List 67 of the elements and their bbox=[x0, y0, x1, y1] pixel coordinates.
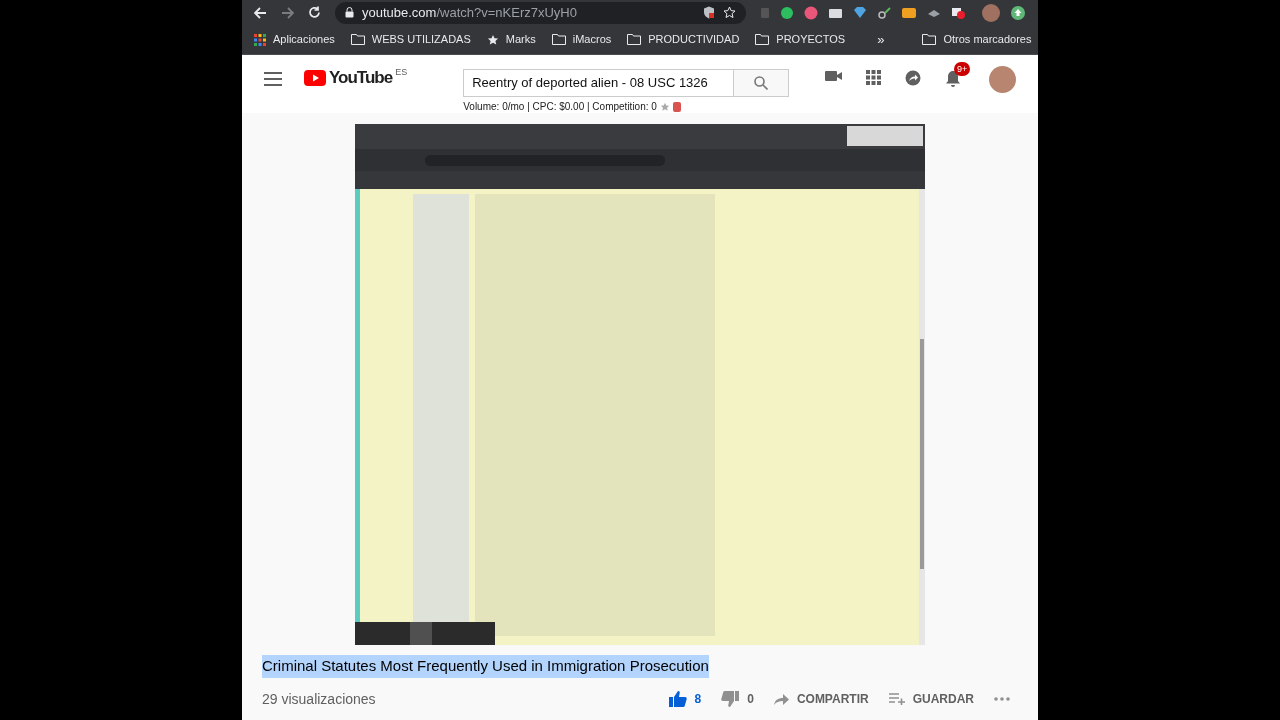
folder-icon bbox=[627, 34, 642, 45]
keyword-stats: Volume: 0/mo | CPC: $0.00 | Competition: 0 bbox=[463, 100, 657, 114]
extension-icon[interactable] bbox=[828, 6, 843, 19]
shield-icon[interactable] bbox=[703, 6, 715, 19]
forward-icon[interactable] bbox=[281, 6, 294, 19]
share-arrow-icon bbox=[773, 693, 789, 705]
star-icon bbox=[486, 33, 499, 46]
extension-icon[interactable] bbox=[951, 5, 966, 20]
add-to-playlist-icon bbox=[888, 693, 905, 705]
view-count: 29 visualizaciones bbox=[262, 689, 376, 709]
bookmark-label: Aplicaciones bbox=[273, 32, 335, 48]
address-bar[interactable]: youtube.com/watch?v=nKErz7xUyH0 bbox=[335, 1, 746, 24]
extension-icon[interactable] bbox=[901, 6, 917, 19]
region-label: ES bbox=[395, 66, 408, 79]
reload-icon[interactable] bbox=[308, 6, 321, 19]
logo-text[interactable]: YouTube bbox=[329, 70, 393, 86]
folder-icon bbox=[350, 34, 365, 45]
bookmark-label: PROYECTOS bbox=[776, 32, 846, 48]
folder-icon bbox=[922, 34, 937, 45]
more-options-button[interactable] bbox=[994, 697, 1010, 701]
menu-icon[interactable] bbox=[264, 72, 282, 86]
database-icon[interactable] bbox=[672, 101, 681, 112]
thumbs-up-icon bbox=[668, 691, 687, 707]
back-icon[interactable] bbox=[254, 6, 267, 19]
star-icon[interactable] bbox=[723, 6, 736, 19]
folder-icon bbox=[551, 34, 566, 45]
folder-icon bbox=[755, 34, 770, 45]
more-bookmarks-button[interactable]: » bbox=[877, 29, 885, 50]
notification-badge: 9+ bbox=[954, 62, 971, 76]
bookmark-label: iMacros bbox=[572, 32, 612, 48]
bookmark-item[interactable]: Marks bbox=[486, 31, 536, 48]
lock-icon bbox=[345, 7, 354, 18]
bookmark-label: PRODUCTIVIDAD bbox=[648, 32, 740, 48]
update-icon[interactable] bbox=[1010, 4, 1026, 21]
dislike-button[interactable]: 0 bbox=[721, 690, 754, 708]
bookmark-label: Marks bbox=[505, 32, 536, 48]
profile-avatar[interactable] bbox=[982, 3, 1000, 22]
bookmark-item[interactable]: Aplicaciones bbox=[254, 31, 335, 48]
share-button[interactable]: COMPARTIR bbox=[773, 690, 869, 708]
extension-icon[interactable] bbox=[927, 7, 941, 18]
search-icon bbox=[754, 76, 769, 90]
save-button[interactable]: GUARDAR bbox=[888, 690, 974, 708]
more-icon bbox=[994, 697, 1010, 701]
bell-icon[interactable] bbox=[945, 70, 961, 88]
star-icon[interactable] bbox=[659, 101, 670, 112]
bookmark-item[interactable]: PROYECTOS bbox=[755, 31, 846, 48]
play-logo-icon[interactable] bbox=[304, 70, 326, 86]
bookmark-label: Otros marcadores bbox=[943, 32, 1032, 48]
apps-grid-icon[interactable] bbox=[866, 70, 881, 85]
search-field[interactable]: Reentry of deported alien - 08 USC 1326 bbox=[463, 69, 735, 97]
bookmark-label: WEBS UTILIZADAS bbox=[371, 32, 471, 48]
bookmark-item[interactable]: PRODUCTIVIDAD bbox=[627, 31, 740, 48]
bookmark-item[interactable]: iMacros bbox=[551, 31, 612, 48]
video-camera-icon[interactable] bbox=[825, 70, 842, 82]
diamond-icon[interactable] bbox=[853, 6, 867, 19]
extension-icon[interactable] bbox=[877, 5, 891, 20]
bookmark-item[interactable]: WEBS UTILIZADAS bbox=[350, 31, 471, 48]
video-title: Criminal Statutes Most Frequently Used in Immigration Prosecution bbox=[262, 655, 709, 678]
like-button[interactable]: 8 bbox=[668, 690, 702, 708]
apps-grid-icon bbox=[254, 33, 266, 46]
account-avatar[interactable] bbox=[989, 66, 1016, 93]
bookmark-folder[interactable]: Otros marcadores bbox=[922, 31, 1032, 48]
extension-icon[interactable] bbox=[780, 5, 794, 20]
share-bubble-icon[interactable] bbox=[905, 70, 921, 86]
search-button[interactable] bbox=[734, 69, 790, 97]
thumbs-down-icon bbox=[721, 691, 740, 707]
url-text: youtube.com/watch?v=nKErz7xUyH0 bbox=[362, 3, 577, 22]
